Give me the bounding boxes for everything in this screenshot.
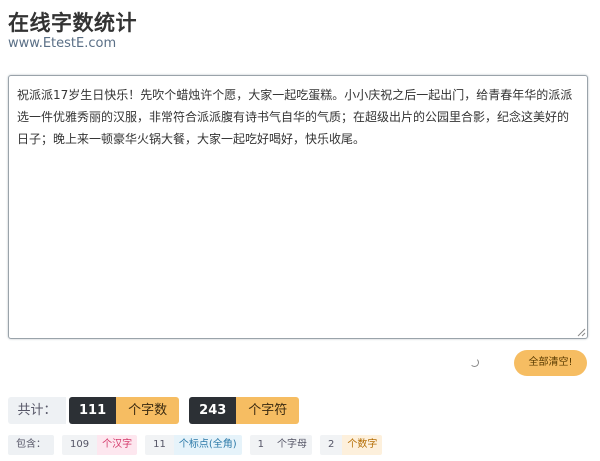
clear-all-button[interactable]: 全部清空! [514, 350, 587, 376]
totals-label: 共计： [8, 397, 66, 424]
punctuation-count-unit: 个标点(全角) [173, 435, 242, 455]
text-input-content[interactable]: 祝派派17岁生日快乐！先吹个蜡烛许个愿，大家一起吃蛋糕。小小庆祝之后一起出门，给… [17, 84, 579, 150]
site-url[interactable]: www.EtestE.com [8, 36, 116, 51]
word-count-label: 个字数 [116, 397, 180, 424]
text-input-area[interactable]: 祝派派17岁生日快乐！先吹个蜡烛许个愿，大家一起吃蛋糕。小小庆祝之后一起出门，给… [8, 75, 588, 339]
breakdown-bar: 包含： 109 个汉字 11 个标点(全角) 1 个字母 2 个数字 [8, 435, 383, 455]
char-count-label: 个字符 [236, 397, 300, 424]
breakdown-label: 包含： [8, 435, 54, 455]
digit-count-value: 2 [320, 435, 343, 455]
loading-spinner-icon [470, 358, 479, 367]
char-count-stat: 243 个字符 [189, 397, 300, 424]
digit-count-unit: 个数字 [342, 435, 383, 455]
page-title: 在线字数统计 [8, 11, 137, 35]
word-count-page: 在线字数统计 www.EtestE.com 祝派派17岁生日快乐！先吹个蜡烛许个… [0, 0, 600, 461]
punctuation-count-badge: 11 个标点(全角) [145, 435, 242, 455]
hanzi-count-badge: 109 个汉字 [62, 435, 138, 455]
word-count-value: 111 [69, 397, 117, 424]
char-count-value: 243 [189, 397, 237, 424]
digit-count-badge: 2 个数字 [320, 435, 383, 455]
hanzi-count-unit: 个汉字 [97, 435, 138, 455]
letter-count-badge: 1 个字母 [249, 435, 313, 455]
totals-bar: 共计： 111 个字数 243 个字符 [8, 397, 300, 424]
letter-count-value: 1 [249, 435, 273, 455]
resize-handle-icon[interactable] [576, 327, 586, 337]
word-count-stat: 111 个字数 [69, 397, 180, 424]
letter-count-unit: 个字母 [272, 435, 313, 455]
hanzi-count-value: 109 [62, 435, 98, 455]
punctuation-count-value: 11 [145, 435, 174, 455]
